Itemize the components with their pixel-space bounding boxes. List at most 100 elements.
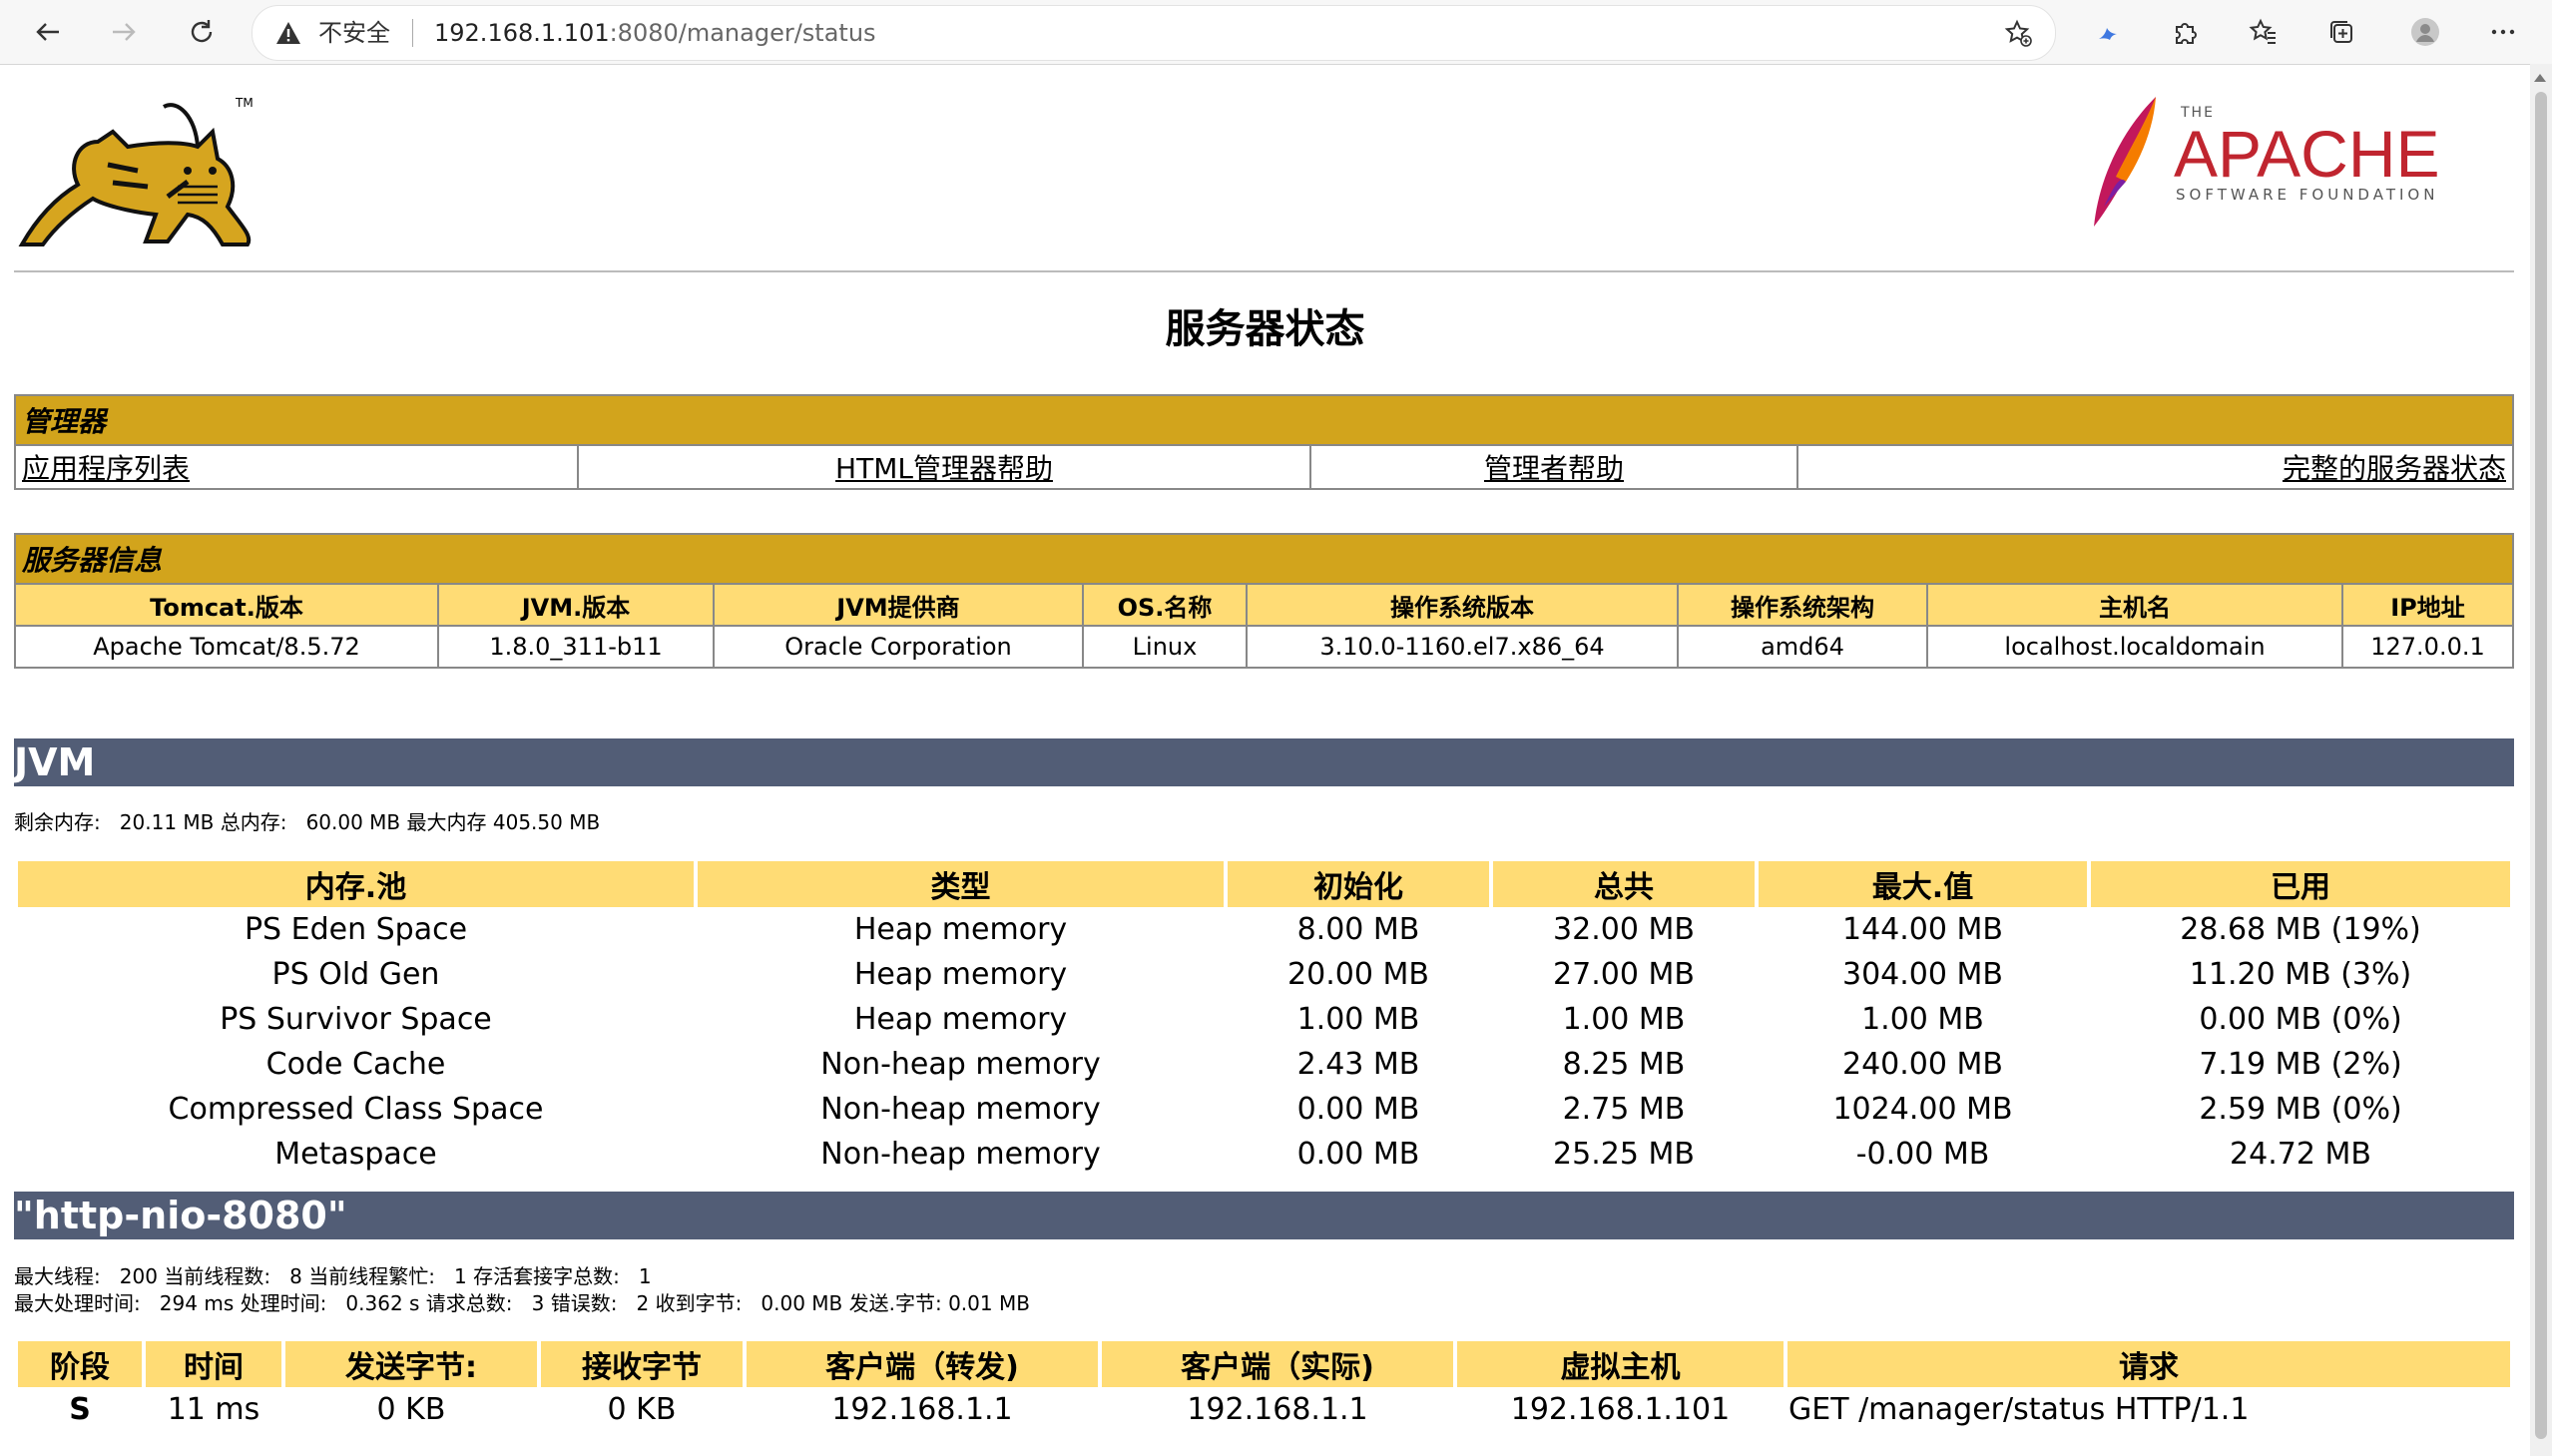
column-header: 接收字节 bbox=[541, 1341, 743, 1387]
column-header: 客户端（转发) bbox=[747, 1341, 1098, 1387]
table-row: Metaspace Non-heap memory 0.00 MB 25.25 MB -… bbox=[18, 1132, 2510, 1177]
page-title: 服务器状态 bbox=[1165, 306, 1365, 352]
table-cell: PS Survivor Space bbox=[220, 1002, 492, 1037]
manager-link-cell: 应用程序列表 bbox=[14, 444, 579, 490]
collections-button[interactable] bbox=[2319, 10, 2363, 54]
table-cell: Linux bbox=[1082, 625, 1248, 669]
table-cell: 1.00 MB bbox=[1296, 1002, 1420, 1037]
table-cell: 1.00 MB bbox=[1861, 1002, 1984, 1037]
table-cell: 192.168.1.101 bbox=[1510, 1392, 1731, 1427]
table-cell: 20.00 MB bbox=[1287, 957, 1429, 992]
column-header: 请求 bbox=[1787, 1341, 2510, 1387]
table-cell: 0.00 MB bbox=[1296, 1137, 1420, 1172]
favorites-icon bbox=[2249, 18, 2276, 44]
reload-icon bbox=[191, 20, 213, 43]
table-cell: 0.00 MB bbox=[1296, 1092, 1420, 1127]
table-cell: Non-heap memory bbox=[820, 1137, 1101, 1172]
manager-header: 管理器 bbox=[14, 394, 2514, 446]
table-cell: Compressed Class Space bbox=[168, 1092, 544, 1127]
favorites-button[interactable] bbox=[2242, 10, 2286, 54]
server-info-header: 服务器信息 bbox=[14, 533, 2514, 585]
reload-button[interactable] bbox=[180, 10, 224, 54]
extension-pinned-button[interactable] bbox=[2086, 10, 2130, 54]
manager-header-row: 管理器 bbox=[14, 394, 2514, 446]
table-cell: 8.00 MB bbox=[1296, 912, 1420, 947]
url-path: :8080/manager/status bbox=[609, 19, 876, 47]
table-cell: 28.68 MB (19%) bbox=[2180, 912, 2421, 947]
manager-link-cell: HTML管理器帮助 bbox=[577, 444, 1311, 490]
star-add-icon[interactable] bbox=[2003, 18, 2033, 48]
forward-button[interactable] bbox=[102, 10, 146, 54]
scrollbar-thumb[interactable] bbox=[2535, 92, 2547, 1439]
menu-button[interactable] bbox=[2481, 10, 2525, 54]
column-header: 总共 bbox=[1493, 861, 1755, 907]
scroll-up-arrow-icon[interactable] bbox=[2534, 74, 2546, 82]
profile-button[interactable] bbox=[2403, 10, 2447, 54]
header-divider bbox=[14, 270, 2514, 272]
server-info-values: Apache Tomcat/8.5.72 1.8.0_311-b11 Oracl… bbox=[14, 625, 2514, 669]
extensions-button[interactable] bbox=[2164, 10, 2208, 54]
table-cell: Heap memory bbox=[853, 912, 1068, 947]
memory-pool-columns: 内存.池 类型 初始化 总共 最大.值 已用 bbox=[18, 861, 2510, 907]
column-header: 操作系统架构 bbox=[1677, 583, 1928, 627]
tomcat-cat-icon: TM bbox=[18, 96, 254, 246]
connector-section-title: "http-nio-8080" bbox=[14, 1192, 2514, 1239]
url-text: 192.168.1.101:8080/manager/status bbox=[434, 18, 876, 48]
table-cell: Metaspace bbox=[274, 1137, 437, 1172]
table-cell: 1.00 MB bbox=[1562, 1002, 1686, 1037]
connector-stats-line1: 最大线程: 200 当前线程数: 8 当前线程繁忙: 1 存活套接字总数: 1 bbox=[14, 1264, 652, 1288]
server-info-columns: Tomcat.版本 JVM.版本 JVM提供商 OS.名称 操作系统版本 操作系… bbox=[14, 583, 2514, 627]
complete-status-link[interactable]: 完整的服务器状态 bbox=[2283, 452, 2506, 485]
column-header: 最大.值 bbox=[1759, 861, 2087, 907]
collections-icon bbox=[2330, 21, 2352, 43]
table-cell: 192.168.1.1 bbox=[1187, 1392, 1368, 1427]
table-cell: Non-heap memory bbox=[820, 1047, 1101, 1082]
column-header: IP地址 bbox=[2341, 583, 2514, 627]
apache-feather-icon: THE APACHE SOFTWARE FOUNDATION bbox=[2094, 97, 2440, 227]
manager-help-link[interactable]: 管理者帮助 bbox=[1484, 452, 1624, 485]
server-info-header-row: 服务器信息 bbox=[14, 533, 2514, 585]
bird-extension-icon bbox=[2099, 28, 2117, 40]
table-cell: 3.10.0-1160.el7.x86_64 bbox=[1246, 625, 1679, 669]
table-cell: Heap memory bbox=[853, 1002, 1068, 1037]
table-cell: Code Cache bbox=[265, 1047, 446, 1082]
tomcat-logo[interactable]: TM bbox=[18, 87, 254, 248]
address-bar[interactable]: 不安全 192.168.1.101:8080/manager/status bbox=[252, 5, 2056, 61]
table-cell: PS Old Gen bbox=[271, 957, 440, 992]
table-cell: 192.168.1.1 bbox=[831, 1392, 1013, 1427]
svg-text:APACHE: APACHE bbox=[2174, 117, 2440, 191]
table-cell: Apache Tomcat/8.5.72 bbox=[14, 625, 439, 669]
table-cell: Heap memory bbox=[853, 957, 1068, 992]
table-row: Compressed Class Space Non-heap memory 0.0… bbox=[18, 1087, 2510, 1132]
page-content: TM THE APACHE SOFTWARE FOUNDATION 服务器状态 … bbox=[0, 65, 2530, 1456]
html-manager-help-link[interactable]: HTML管理器帮助 bbox=[835, 452, 1053, 485]
back-button[interactable] bbox=[26, 10, 70, 54]
table-row: Code Cache Non-heap memory 2.43 MB 8.25 MB 2… bbox=[18, 1042, 2510, 1087]
table-cell: Oracle Corporation bbox=[713, 625, 1084, 669]
manager-table: 管理器 应用程序列表 HTML管理器帮助 管理者帮助 完整的服务器状态 bbox=[14, 394, 2514, 490]
table-cell: amd64 bbox=[1677, 625, 1928, 669]
table-cell: 11 ms bbox=[167, 1392, 260, 1427]
table-row: S 11 ms 0 KB 0 KB 192.168.1.1 192.168.1.… bbox=[18, 1387, 2510, 1432]
app-list-link[interactable]: 应用程序列表 bbox=[22, 452, 190, 485]
column-header: 内存.池 bbox=[18, 861, 694, 907]
table-cell: 127.0.0.1 bbox=[2341, 625, 2514, 669]
arrow-left-icon bbox=[36, 23, 59, 41]
connector-stats-line2: 最大处理时间: 294 ms 处理时间: 0.362 s 请求总数: 3 错误数… bbox=[14, 1291, 1030, 1315]
url-host: 192.168.1.101 bbox=[434, 19, 610, 47]
column-header: 类型 bbox=[698, 861, 1224, 907]
table-cell: 2.59 MB (0%) bbox=[2199, 1092, 2402, 1127]
table-cell: GET /manager/status HTTP/1.1 bbox=[1788, 1392, 2250, 1427]
table-cell: 25.25 MB bbox=[1553, 1137, 1695, 1172]
table-cell: 144.00 MB bbox=[1842, 912, 2003, 947]
table-cell: 11.20 MB (3%) bbox=[2189, 957, 2412, 992]
table-row: PS Eden Space Heap memory 8.00 MB 32.00 MB 1… bbox=[18, 907, 2510, 952]
memory-pool-table: 内存.池 类型 初始化 总共 最大.值 已用 PS Eden Space Heap… bbox=[14, 861, 2514, 1177]
table-cell: localhost.localdomain bbox=[1926, 625, 2343, 669]
table-cell: 0 KB bbox=[376, 1392, 446, 1427]
arrow-right-icon bbox=[113, 23, 136, 41]
table-row: PS Old Gen Heap memory 20.00 MB 27.00 MB 304… bbox=[18, 952, 2510, 997]
apache-logo[interactable]: THE APACHE SOFTWARE FOUNDATION bbox=[2086, 87, 2465, 237]
column-header: 阶段 bbox=[18, 1341, 142, 1387]
column-header: OS.名称 bbox=[1082, 583, 1248, 627]
